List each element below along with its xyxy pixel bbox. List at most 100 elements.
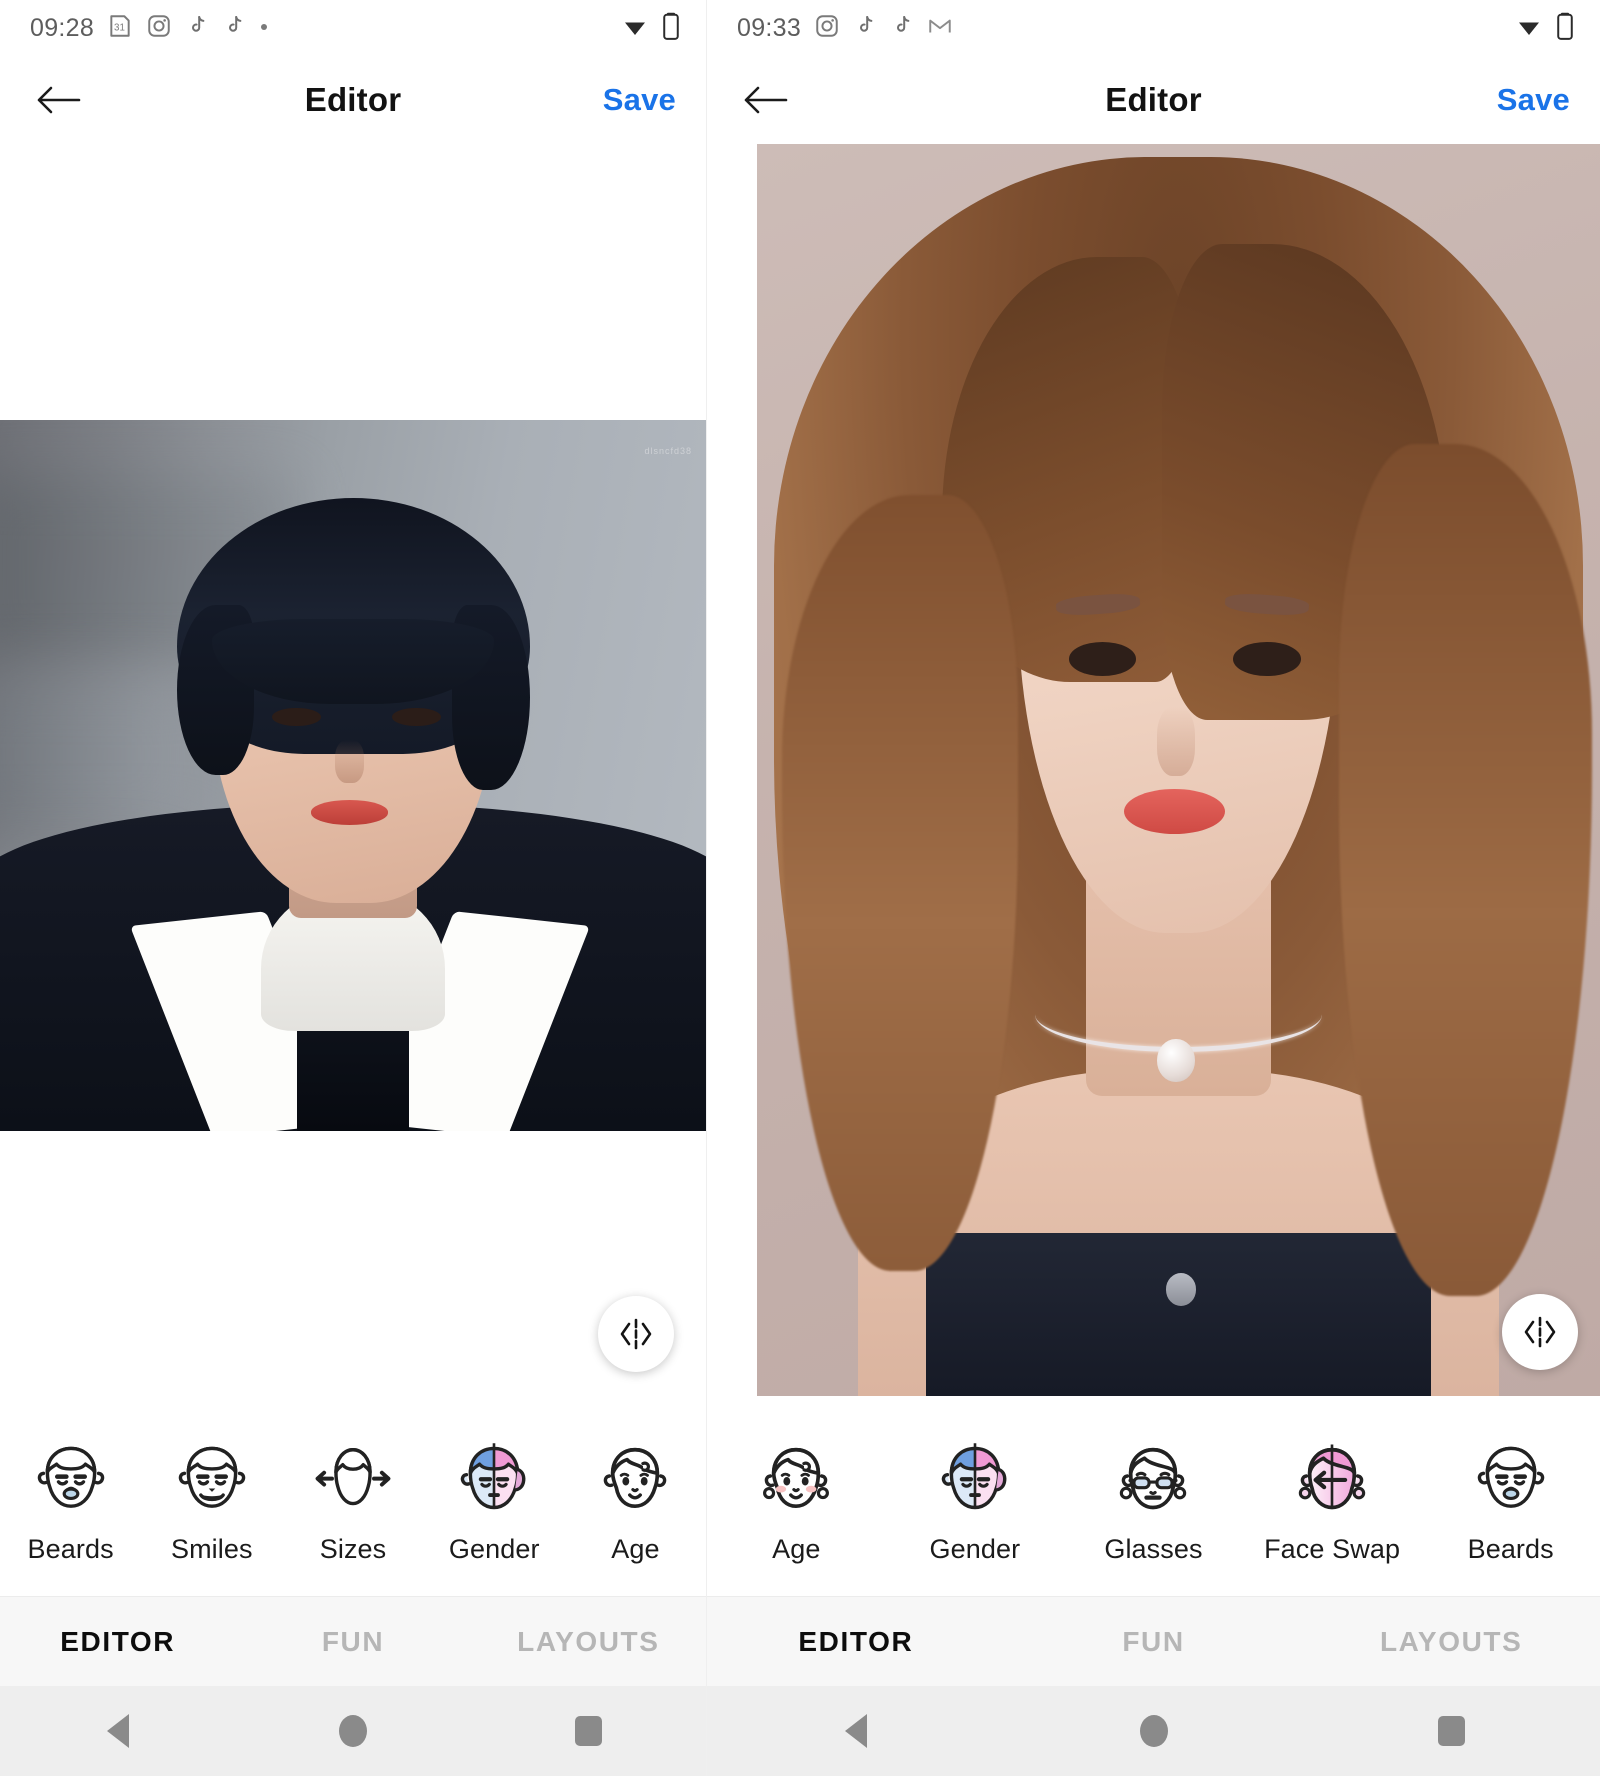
face-child-icon — [604, 1447, 667, 1508]
status-bar-right-group — [621, 12, 680, 45]
nav-back-button[interactable] — [0, 1714, 235, 1748]
tiktok-icon — [890, 13, 914, 44]
tool-smiles[interactable]: Smiles — [141, 1434, 282, 1565]
status-bar-left: 09:28 31 — [0, 0, 706, 56]
face-glasses-icon — [1120, 1447, 1187, 1509]
face-swap-arrow-icon — [1298, 1444, 1366, 1509]
bottom-tabs-right: EDITOR FUN LAYOUTS — [707, 1596, 1600, 1686]
screen-right: 09:33 Editor Save Age Gender Glasses Fac… — [706, 0, 1600, 1776]
photo-eye-left — [1068, 642, 1137, 677]
tiktok-icon — [222, 13, 246, 44]
battery-icon — [662, 12, 680, 45]
back-triangle-icon — [106, 1714, 129, 1748]
wifi-icon — [621, 14, 649, 43]
photo-nose — [335, 739, 364, 783]
tool-face-swap[interactable]: Face Swap — [1243, 1434, 1422, 1565]
compare-button[interactable] — [598, 1296, 674, 1372]
status-bar-right: 09:33 — [707, 0, 1600, 56]
compare-split-icon — [620, 1318, 652, 1350]
face-gender-split-icon — [460, 1442, 526, 1509]
nav-home-button[interactable] — [235, 1715, 470, 1747]
nav-recents-button[interactable] — [471, 1716, 706, 1746]
editor-canvas-right[interactable] — [707, 144, 1600, 1396]
tool-label: Sizes — [319, 1533, 387, 1564]
battery-icon — [1556, 12, 1574, 45]
tool-label: Face Swap — [1264, 1533, 1401, 1564]
tab-layouts[interactable]: LAYOUTS — [1302, 1626, 1600, 1658]
tool-label: Beards — [1467, 1533, 1554, 1564]
tab-fun[interactable]: FUN — [235, 1626, 470, 1658]
nav-recents-button[interactable] — [1302, 1716, 1600, 1746]
dual-screenshot-container: 09:28 31 Editor Save dlsncfd38 Beards Sm… — [0, 0, 1600, 1776]
tool-label: Glasses — [1104, 1533, 1203, 1564]
photo-female-portrait[interactable] — [757, 144, 1600, 1396]
photo-pendant — [1157, 1039, 1195, 1082]
tool-label: Smiles — [170, 1533, 253, 1564]
tab-fun[interactable]: FUN — [1005, 1626, 1303, 1658]
back-button[interactable] — [737, 72, 793, 128]
save-button[interactable]: Save — [1497, 82, 1570, 118]
tool-gender[interactable]: Gender — [886, 1434, 1065, 1565]
status-time: 09:33 — [737, 13, 802, 42]
instagram-icon — [146, 13, 172, 44]
page-title: Editor — [1105, 81, 1202, 118]
photo-lips — [1123, 788, 1225, 834]
status-bar-right-group — [1515, 12, 1574, 45]
tiktok-icon — [185, 13, 209, 44]
photo-top-garment — [925, 1233, 1432, 1396]
recents-square-icon — [1437, 1716, 1465, 1746]
tool-glasses[interactable]: Glasses — [1064, 1434, 1243, 1565]
face-beard-icon — [1477, 1446, 1544, 1508]
tool-label: Gender — [929, 1533, 1021, 1564]
tools-strip-left: Beards Smiles Sizes Gender Age — [0, 1396, 706, 1596]
photo-lips — [310, 800, 389, 825]
nav-home-button[interactable] — [1005, 1715, 1303, 1747]
bottom-tabs-left: EDITOR FUN LAYOUTS — [0, 1596, 706, 1686]
save-button[interactable]: Save — [603, 82, 676, 118]
tool-beards[interactable]: Beards — [0, 1434, 141, 1565]
compare-button[interactable] — [1502, 1294, 1578, 1370]
calendar-31-icon: 31 — [107, 13, 133, 44]
tab-editor[interactable]: EDITOR — [707, 1626, 1005, 1658]
home-circle-icon — [338, 1715, 367, 1747]
status-bar-left-group: 09:33 — [737, 13, 953, 44]
tab-layouts[interactable]: LAYOUTS — [471, 1626, 706, 1658]
dot-icon — [259, 19, 269, 37]
tools-strip-right: Age Gender Glasses Face Swap Beards — [707, 1396, 1600, 1596]
arrow-left-icon — [744, 86, 788, 114]
instagram-icon — [814, 13, 840, 44]
tiktok-icon — [853, 13, 877, 44]
tool-sizes[interactable]: Sizes — [282, 1434, 423, 1565]
tool-label: Age — [772, 1533, 821, 1564]
tool-age[interactable]: Age — [707, 1434, 886, 1565]
face-beard-icon — [37, 1446, 104, 1508]
face-gender-split-icon — [941, 1442, 1007, 1509]
photo-eye-right — [1233, 642, 1301, 677]
tool-label: Age — [611, 1533, 660, 1564]
page-title: Editor — [304, 81, 402, 118]
face-resize-arrows-icon — [315, 1447, 391, 1505]
photo-male-portrait[interactable]: dlsncfd38 — [0, 420, 706, 1131]
app-bar-left: Editor Save — [0, 56, 706, 144]
tool-label: Beards — [27, 1533, 114, 1564]
tab-editor[interactable]: EDITOR — [0, 1626, 235, 1658]
compare-split-icon — [1524, 1316, 1556, 1348]
tool-gender[interactable]: Gender — [424, 1434, 565, 1565]
face-smile-icon — [178, 1446, 246, 1508]
arrow-left-icon — [37, 86, 81, 114]
editor-canvas-left[interactable]: dlsncfd38 — [0, 144, 706, 1396]
app-bar-right: Editor Save — [707, 56, 1600, 144]
recents-square-icon — [574, 1716, 602, 1746]
status-bar-left-group: 09:28 31 — [30, 13, 269, 44]
tool-age[interactable]: Age — [565, 1434, 706, 1565]
gmail-icon — [927, 13, 953, 44]
photo-bokeh-2 — [0, 675, 198, 833]
photo-garment-button — [1165, 1273, 1197, 1306]
tool-beards[interactable]: Beards — [1421, 1434, 1600, 1565]
android-nav-bar-left — [0, 1686, 706, 1776]
back-button[interactable] — [30, 72, 86, 128]
photo-content: dlsncfd38 — [0, 420, 706, 1131]
nav-back-button[interactable] — [707, 1714, 1005, 1748]
svg-text:31: 31 — [114, 22, 125, 33]
tool-label: Gender — [448, 1533, 540, 1564]
